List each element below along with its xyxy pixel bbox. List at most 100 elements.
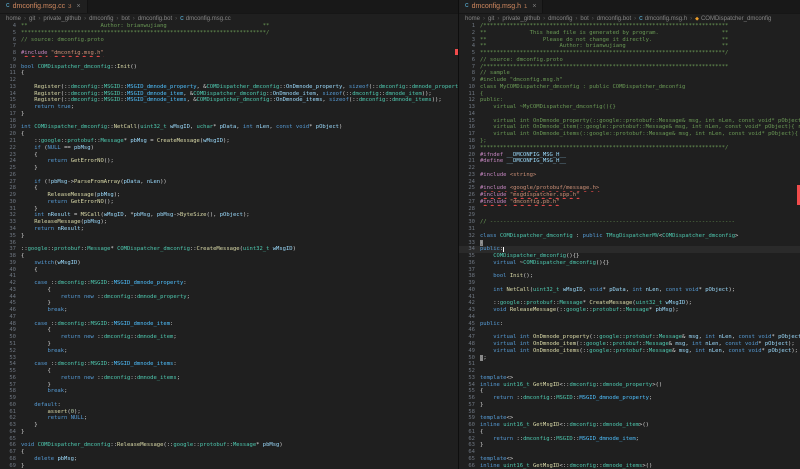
breadcrumb-item[interactable]: private_github: [43, 16, 81, 22]
cpp-file-icon: C: [639, 16, 643, 22]
line-number: 46: [459, 327, 480, 334]
code-line: 2** This head file is generated by progr…: [459, 30, 800, 37]
breadcrumb-item[interactable]: Cdmconfig.msg.cc: [180, 16, 231, 22]
breadcrumb-item[interactable]: git: [488, 16, 494, 22]
error-squiggle: #include <google/protobuf/message.h>: [480, 185, 599, 191]
line-number: 63: [459, 442, 480, 449]
code-line: 7/**************************************…: [459, 64, 800, 71]
text-cursor: [503, 247, 504, 253]
breadcrumb-right: home›git›private_github›dmconfig›bot›dmc…: [459, 14, 800, 23]
breadcrumb-item[interactable]: dmconfig.bot: [597, 16, 631, 22]
code-line: 69}: [0, 463, 458, 469]
breadcrumb-separator-icon: ›: [592, 16, 594, 22]
code-line: 61 assert(0);: [0, 409, 458, 416]
tab-label: dmconfig.msg.cc: [13, 3, 66, 10]
code-line: 35}: [0, 233, 458, 240]
code-line: 26: [0, 172, 458, 179]
code-line: 58: [459, 409, 800, 416]
line-number: 62: [459, 436, 480, 443]
code-line: 15 Register(::dmconfig::MSGID::MSGID_dmn…: [0, 97, 458, 104]
breadcrumb-item[interactable]: home: [6, 16, 21, 22]
code-line: 16 virtual int OnDmnode_item(::google::p…: [459, 124, 800, 131]
line-number: 26: [459, 192, 480, 199]
line-number: 34: [459, 246, 480, 253]
code-line: 12: [0, 77, 458, 84]
line-number: 60: [459, 422, 480, 429]
code-line: 56 return ::dmconfig::MSGID::MSGID_dmnod…: [459, 395, 800, 402]
line-number: 8: [459, 70, 480, 77]
breadcrumb-item[interactable]: dmconfig.bot: [138, 16, 172, 22]
code-line: 33 ReleaseMessage(pbMsg);: [0, 219, 458, 226]
code-editor-left[interactable]: 4** Author: brianwujiang **5************…: [0, 23, 458, 469]
code-line: 66inline uint16_t GetMsgID<::dmconfig::d…: [459, 463, 800, 469]
code-line: 13 Register(::dmconfig::MSGID::MSGID_dmn…: [0, 84, 458, 91]
error-squiggle: #include "dmconfig.msg.h": [21, 50, 104, 56]
code-line: 65template<>: [459, 456, 800, 463]
close-icon[interactable]: ×: [532, 3, 536, 10]
code-editor-right[interactable]: 1/**************************************…: [459, 23, 800, 469]
problems-badge: 3: [68, 4, 71, 10]
line-number: 64: [0, 429, 21, 436]
code-line: 68 delete pbMsg;: [0, 456, 458, 463]
line-number: 27: [0, 179, 21, 186]
line-number: 47: [0, 314, 21, 321]
line-number: 54: [459, 382, 480, 389]
code-line: 67{: [0, 449, 458, 456]
breadcrumb-item[interactable]: bot: [121, 16, 129, 22]
line-number: 58: [0, 388, 21, 395]
code-line: 57 }: [0, 382, 458, 389]
line-number: 65: [459, 456, 480, 463]
cpp-file-icon: C: [465, 3, 469, 10]
line-number: 29: [459, 212, 480, 219]
code-line: 62 return ::dmconfig::MSGID::MSGID_dmnod…: [459, 436, 800, 443]
code-line: 42 ::google::protobuf::Message* CreateMe…: [459, 300, 800, 307]
breadcrumb-separator-icon: ›: [24, 16, 26, 22]
breadcrumb-separator-icon: ›: [690, 16, 692, 22]
code-line: 25#include <google/protobuf/message.h>: [459, 185, 800, 192]
line-number: 52: [459, 368, 480, 375]
breadcrumb-item[interactable]: git: [29, 16, 35, 22]
code-line: 31 }: [0, 206, 458, 213]
breadcrumb-item[interactable]: ◆COMDispatcher_dmconfig: [695, 16, 771, 22]
overview-error-marker: [455, 49, 458, 55]
code-line: 39 switch(wMsgID): [0, 260, 458, 267]
line-number: 24: [0, 158, 21, 165]
breadcrumb-item[interactable]: home: [465, 16, 480, 22]
code-line: 27 if (!pbMsg->ParseFromArray(pData, nLe…: [0, 179, 458, 186]
line-number: 49: [459, 348, 480, 355]
line-number: 38: [0, 253, 21, 260]
code-line: 38 bool Init();: [459, 273, 800, 280]
code-line: 5***************************************…: [459, 50, 800, 57]
code-line: 53: [0, 355, 458, 362]
line-number: 48: [459, 341, 480, 348]
breadcrumb-item[interactable]: dmconfig: [89, 16, 113, 22]
line-number: 40: [459, 287, 480, 294]
tab-dmconfig-msg-h[interactable]: C dmconfig.msg.h 1 ×: [459, 0, 543, 13]
line-number: 53: [459, 375, 480, 382]
code-line: 55{: [459, 388, 800, 395]
code-line: 20#ifndef __DMCONFIG_MSG_H__: [459, 152, 800, 159]
breadcrumb-item[interactable]: Cdmconfig.msg.h: [639, 16, 687, 22]
cpp-file-icon: C: [6, 3, 10, 10]
code-line: 45public:: [459, 321, 800, 328]
line-number: 6: [459, 57, 480, 64]
line-number: 65: [0, 436, 21, 443]
line-number: 32: [0, 212, 21, 219]
tab-dmconfig-msg-cc[interactable]: C dmconfig.msg.cc 3 ×: [0, 0, 88, 13]
line-number: 20: [0, 131, 21, 138]
code-line: 64: [459, 449, 800, 456]
code-line: 19int COMDispatcher_dmconfig::NetCall(ui…: [0, 124, 458, 131]
code-line: 43 {: [0, 287, 458, 294]
breadcrumb-item[interactable]: dmconfig: [548, 16, 572, 22]
breadcrumb-item[interactable]: private_github: [502, 16, 540, 22]
breadcrumb-separator-icon: ›: [575, 16, 577, 22]
line-number: 10: [0, 64, 21, 71]
code-line: 30// -----------------------------------…: [459, 219, 800, 226]
code-line: 40 {: [0, 267, 458, 274]
code-line: 7: [0, 43, 458, 50]
line-number: 15: [459, 118, 480, 125]
code-line: 39: [459, 280, 800, 287]
close-icon[interactable]: ×: [77, 3, 81, 10]
line-number: 59: [0, 395, 21, 402]
breadcrumb-item[interactable]: bot: [580, 16, 588, 22]
